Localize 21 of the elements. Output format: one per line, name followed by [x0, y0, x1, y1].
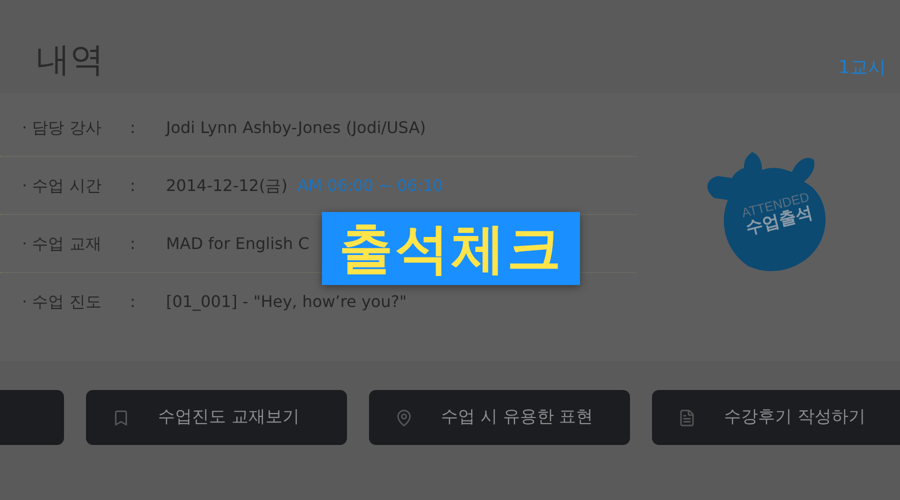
- detail-value: [01_001] - "Hey, how’re you?": [166, 291, 407, 313]
- detail-label: · 수업 진도: [22, 291, 102, 313]
- separator: :: [130, 116, 136, 138]
- detail-label: · 수업 교재: [22, 232, 102, 254]
- detail-label: · 담당 강사: [22, 116, 102, 138]
- detail-label: · 수업 시간: [22, 174, 102, 196]
- time-range: AM 06:00 ~ 06:10: [297, 174, 444, 196]
- doc-icon: [678, 408, 696, 426]
- action-button[interactable]: 수업진도 교재보기: [86, 390, 347, 445]
- pin-icon: [395, 408, 413, 426]
- action-button[interactable]: 수업 시 유용한 표현: [369, 390, 630, 445]
- detail-value: MAD for English C: [166, 232, 310, 254]
- caption-banner: 출석체크: [322, 212, 580, 285]
- action-button[interactable]: 수강후기 작성하기: [652, 390, 900, 445]
- separator: :: [130, 291, 136, 313]
- detail-value: 2014-12-12(금): [166, 174, 288, 196]
- separator: :: [130, 174, 136, 196]
- book-icon: [112, 408, 130, 426]
- detail-value: Jodi Lynn Ashby-Jones (Jodi/USA): [166, 116, 426, 138]
- separator: :: [130, 232, 136, 254]
- period-label: 1교시: [838, 56, 886, 80]
